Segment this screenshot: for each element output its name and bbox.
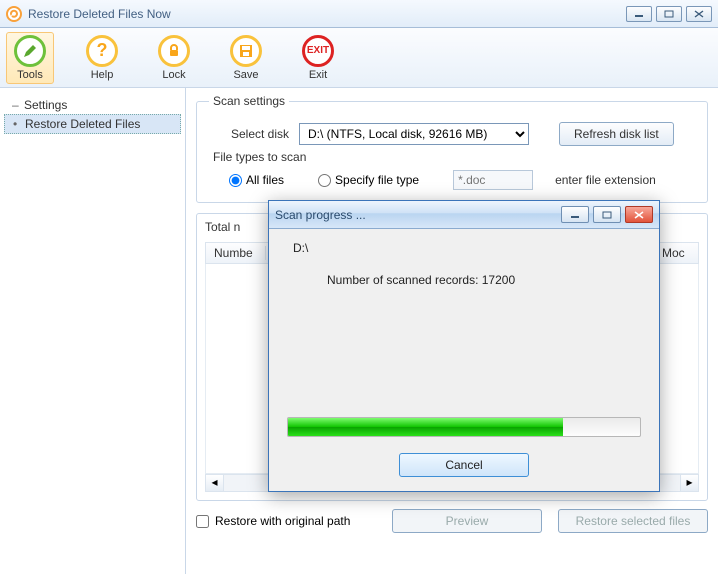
footer: Restore with original path Preview Resto… [196, 509, 708, 533]
toolbar-tools-label: Tools [17, 69, 43, 81]
radio-all-files[interactable]: All files [229, 173, 284, 187]
records-label: Number of scanned records: [327, 273, 478, 287]
dialog-body: D:\ Number of scanned records: 17200 [269, 229, 659, 299]
radio-specify[interactable]: Specify file type [318, 173, 419, 187]
sidebar: Settings Restore Deleted Files [0, 88, 186, 574]
close-button[interactable] [686, 6, 712, 22]
sidebar-item-settings[interactable]: Settings [4, 96, 181, 114]
window-title: Restore Deleted Files Now [28, 7, 626, 21]
titlebar: Restore Deleted Files Now [0, 0, 718, 28]
radio-specify-label: Specify file type [335, 173, 419, 187]
dialog-maximize-button[interactable] [593, 206, 621, 223]
radio-all-files-label: All files [246, 173, 284, 187]
scan-settings-legend: Scan settings [209, 94, 289, 108]
preview-button[interactable]: Preview [392, 509, 542, 533]
minimize-button[interactable] [626, 6, 652, 22]
radio-all-files-input[interactable] [229, 174, 242, 187]
col-number[interactable]: Numbe [206, 246, 266, 260]
sidebar-item-label: Settings [24, 98, 67, 112]
scroll-right-icon[interactable]: ▸ [680, 475, 698, 491]
scan-path: D:\ [293, 241, 641, 255]
toolbar-lock-label: Lock [162, 69, 185, 81]
dialog-minimize-button[interactable] [561, 206, 589, 223]
toolbar-lock[interactable]: Lock [150, 32, 198, 84]
toolbar-exit-label: Exit [309, 69, 327, 81]
toolbar: Tools ? Help Lock Save EXIT Exit [0, 28, 718, 88]
floppy-icon [230, 35, 262, 67]
lock-icon [158, 35, 190, 67]
file-types-legend: File types to scan [213, 150, 695, 164]
toolbar-help-label: Help [91, 69, 114, 81]
dialog-title: Scan progress ... [275, 208, 557, 222]
question-icon: ? [86, 35, 118, 67]
exit-icon: EXIT [302, 35, 334, 67]
scroll-left-icon[interactable]: ◂ [206, 475, 224, 491]
toolbar-exit[interactable]: EXIT Exit [294, 32, 342, 84]
maximize-button[interactable] [656, 6, 682, 22]
col-modified[interactable]: Moc [654, 246, 698, 260]
toolbar-save[interactable]: Save [222, 32, 270, 84]
refresh-disk-button[interactable]: Refresh disk list [559, 122, 674, 146]
scan-settings-group: Scan settings Select disk D:\ (NTFS, Loc… [196, 94, 708, 203]
dialog-close-button[interactable] [625, 206, 653, 223]
extension-hint: enter file extension [555, 173, 656, 187]
radio-specify-input[interactable] [318, 174, 331, 187]
app-icon [6, 6, 22, 22]
progress-fill [288, 418, 563, 436]
dialog-titlebar: Scan progress ... [269, 201, 659, 229]
restore-original-path-label: Restore with original path [215, 514, 350, 528]
toolbar-tools[interactable]: Tools [6, 32, 54, 84]
restore-original-path[interactable]: Restore with original path [196, 514, 350, 528]
scan-progress-dialog: Scan progress ... D:\ Number of scanned … [268, 200, 660, 492]
extension-input[interactable] [453, 170, 533, 190]
cancel-button[interactable]: Cancel [399, 453, 529, 477]
sidebar-item-label: Restore Deleted Files [25, 117, 140, 131]
select-disk-label: Select disk [209, 127, 289, 141]
disk-select[interactable]: D:\ (NTFS, Local disk, 92616 MB) [299, 123, 529, 145]
toolbar-help[interactable]: ? Help [78, 32, 126, 84]
window-controls [626, 6, 712, 22]
records-value: 17200 [482, 273, 515, 287]
scan-stat: Number of scanned records: 17200 [327, 273, 641, 287]
toolbar-save-label: Save [233, 69, 258, 81]
sidebar-item-restore[interactable]: Restore Deleted Files [4, 114, 181, 134]
progress-bar [287, 417, 641, 437]
pencil-icon [14, 35, 46, 67]
restore-selected-button[interactable]: Restore selected files [558, 509, 708, 533]
restore-original-path-checkbox[interactable] [196, 515, 209, 528]
